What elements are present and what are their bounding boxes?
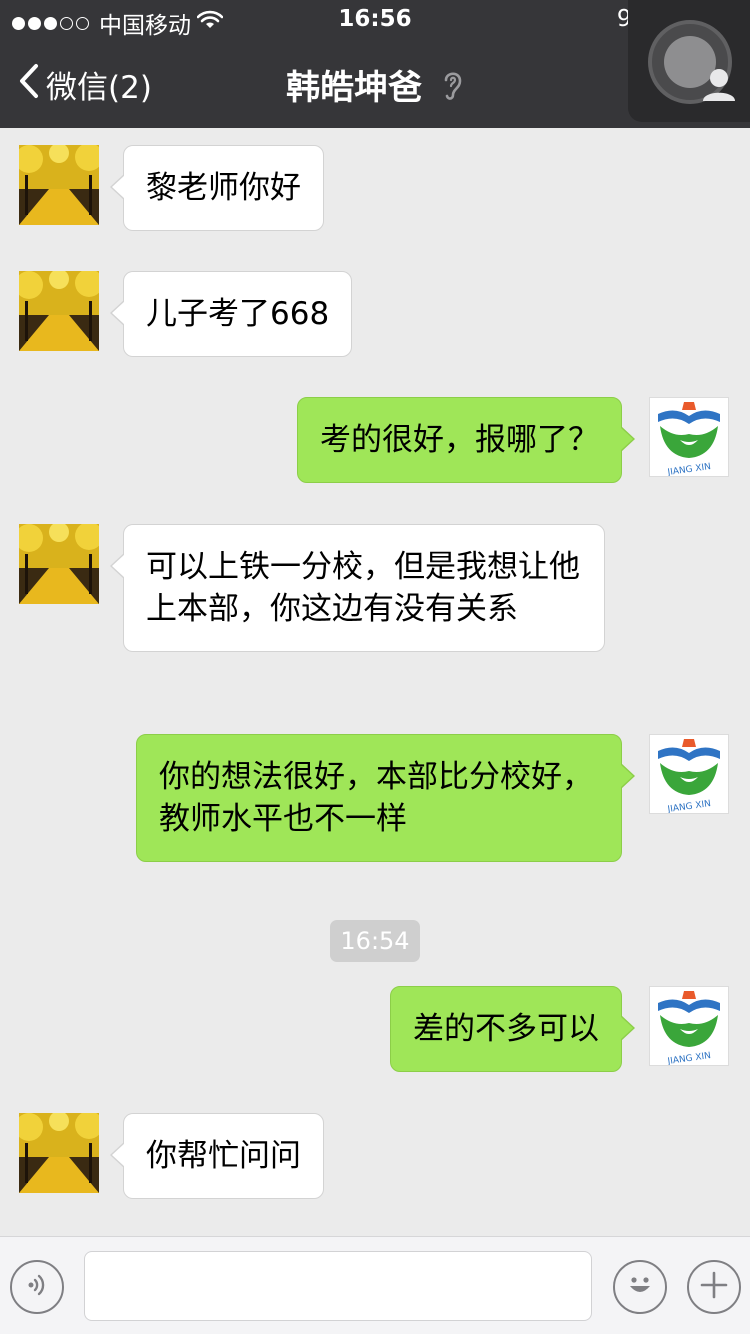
emoji-button[interactable] [613, 1260, 667, 1314]
message-bubble-incoming[interactable]: 黎老师你好 [110, 145, 324, 231]
contact-avatar[interactable] [19, 271, 99, 351]
message-bubble-incoming[interactable]: 你帮忙问问 [110, 1113, 324, 1199]
message-text: 考的很好，报哪了？ [320, 422, 599, 458]
contact-avatar[interactable] [19, 1113, 99, 1193]
my-avatar[interactable]: JIANG XIN [649, 397, 729, 477]
message-bubble-incoming[interactable]: 可以上铁一分校，但是我想让他上本部，你这边有没有关系 [110, 524, 605, 652]
message-text: 你的想法很好，本部比分校好，教师水平也不一样 [159, 759, 593, 837]
message-text: 差的不多可以 [413, 1011, 599, 1047]
avatar-logo-text: JIANG XIN [666, 1051, 712, 1065]
my-avatar[interactable]: JIANG XIN [649, 986, 729, 1066]
message-input[interactable] [84, 1251, 592, 1321]
contact-avatar[interactable] [19, 145, 99, 225]
message-bubble-outgoing[interactable]: 差的不多可以 [390, 986, 635, 1072]
message-bubble-incoming[interactable]: 儿子考了668 [109, 271, 353, 357]
my-avatar[interactable]: JIANG XIN [649, 734, 729, 814]
contact-avatar[interactable] [19, 524, 99, 604]
chat-title-text: 韩皓坤爸 [286, 68, 423, 108]
input-bar [0, 1236, 750, 1334]
voice-icon [24, 1272, 50, 1302]
avatar-logo-text: JIANG XIN [666, 462, 712, 476]
user-icon [700, 66, 738, 106]
chat-timestamp: 16:54 [330, 920, 420, 962]
more-button[interactable] [687, 1260, 741, 1314]
message-bubble-outgoing[interactable]: 你的想法很好，本部比分校好，教师水平也不一样 [136, 734, 635, 862]
message-bubble-outgoing[interactable]: 考的很好，报哪了？ [297, 397, 635, 483]
voice-button[interactable] [10, 1260, 64, 1314]
ear-icon [442, 68, 464, 111]
emoji-icon [623, 1268, 657, 1306]
message-text: 你帮忙问问 [146, 1138, 301, 1174]
floating-assistive-button[interactable] [628, 0, 750, 122]
top-bar: 中国移动 16:56 95% 微信(2) [0, 0, 750, 128]
message-text: 可以上铁一分校，但是我想让他上本部，你这边有没有关系 [146, 549, 580, 627]
plus-icon [699, 1270, 729, 1304]
message-text: 儿子考了668 [146, 296, 330, 332]
message-text: 黎老师你好 [146, 170, 301, 206]
avatar-logo-text: JIANG XIN [666, 799, 712, 813]
